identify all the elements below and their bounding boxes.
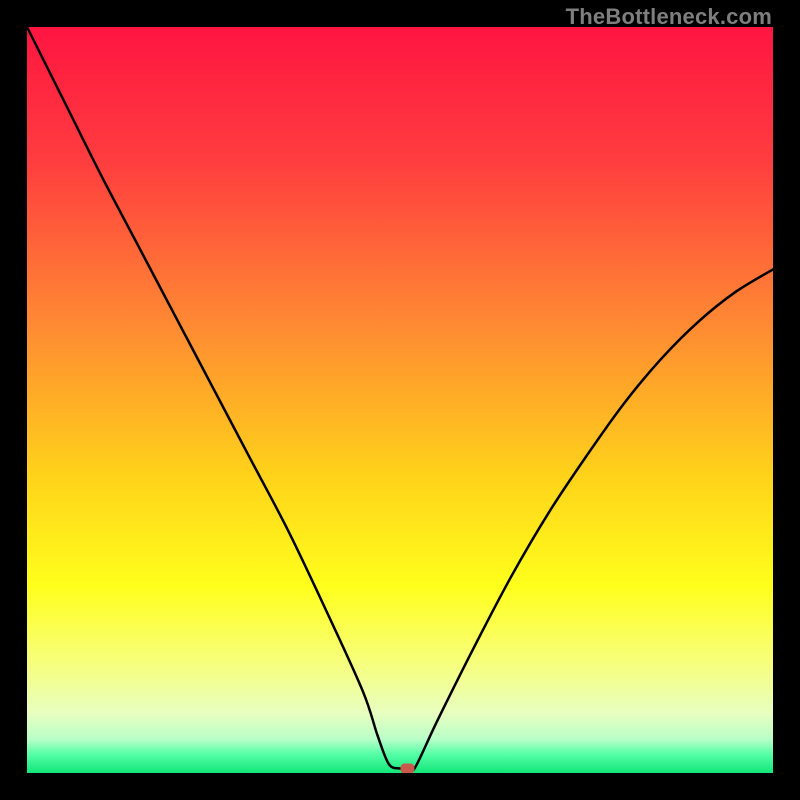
chart-frame: TheBottleneck.com: [0, 0, 800, 800]
plot-background: [27, 27, 773, 773]
marker-point: [400, 764, 414, 773]
chart-plot: [27, 27, 773, 773]
